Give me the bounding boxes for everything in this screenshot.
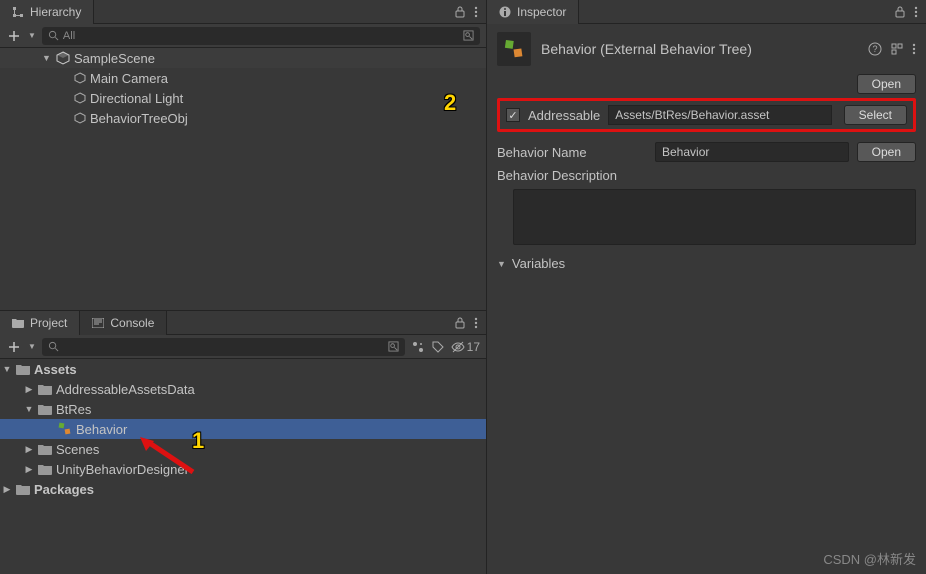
kebab-icon[interactable] (474, 6, 478, 18)
console-tab[interactable]: Console (80, 311, 167, 335)
project-tab[interactable]: Project (0, 311, 80, 335)
filter-icon[interactable] (411, 340, 425, 354)
preset-icon[interactable] (890, 42, 904, 56)
asset-title: Behavior (External Behavior Tree) (541, 41, 858, 57)
assets-folder[interactable]: ▼ Assets (0, 359, 486, 379)
watermark: CSDN @林新发 (823, 549, 916, 568)
hierarchy-icon (12, 6, 24, 18)
hierarchy-tab[interactable]: Hierarchy (0, 0, 94, 24)
dropdown-icon[interactable]: ▼ (28, 342, 36, 351)
scene-row[interactable]: ▼ SampleScene (0, 48, 486, 68)
folder-row[interactable]: ▶ Scenes (0, 439, 486, 459)
gameobject-icon (74, 112, 86, 124)
gameobject-row[interactable]: BehaviorTreeObj (0, 108, 486, 128)
project-search[interactable] (42, 338, 405, 356)
info-icon (499, 6, 511, 18)
lock-icon[interactable] (894, 6, 906, 18)
foldout-icon[interactable]: ▼ (2, 364, 12, 374)
console-tab-label: Console (110, 316, 154, 330)
gameobject-label: Directional Light (90, 91, 183, 106)
behavior-asset[interactable]: Behavior (0, 419, 486, 439)
inspector-tab[interactable]: Inspector (487, 0, 579, 24)
open-button[interactable]: Open (857, 74, 916, 94)
behavior-name-input[interactable] (655, 142, 849, 162)
gameobject-label: Main Camera (90, 71, 168, 86)
asset-thumbnail (497, 32, 531, 66)
help-icon[interactable]: ? (868, 42, 882, 56)
gameobject-icon (74, 72, 86, 84)
folder-row[interactable]: ▶ UnityBehaviorDesigner (0, 459, 486, 479)
behavior-asset-icon (58, 422, 72, 436)
folder-icon (12, 318, 24, 328)
foldout-icon[interactable]: ▶ (2, 484, 12, 495)
behavior-desc-label: Behavior Description (497, 168, 647, 183)
select-button[interactable]: Select (844, 105, 907, 125)
folder-icon (38, 464, 52, 475)
lock-icon[interactable] (454, 317, 466, 329)
foldout-icon[interactable]: ▶ (24, 464, 34, 475)
foldout-icon[interactable]: ▼ (42, 53, 52, 63)
kebab-icon[interactable] (914, 6, 918, 18)
folder-icon (16, 364, 30, 375)
folder-icon (16, 484, 30, 495)
behavior-desc-input[interactable] (513, 189, 916, 245)
foldout-icon[interactable]: ▼ (497, 259, 506, 269)
foldout-icon[interactable]: ▶ (24, 444, 34, 455)
project-tab-label: Project (30, 316, 67, 330)
add-button[interactable] (6, 28, 22, 44)
gameobject-row[interactable]: Directional Light (0, 88, 486, 108)
svg-text:?: ? (872, 44, 877, 54)
hierarchy-search[interactable] (42, 27, 480, 45)
open-button-2[interactable]: Open (857, 142, 916, 162)
callout-2: 2 (444, 90, 456, 116)
search-icon (48, 30, 59, 41)
search-type-icon[interactable] (388, 341, 399, 352)
project-search-input[interactable] (63, 341, 384, 353)
folder-row[interactable]: ▶ AddressableAssetsData (0, 379, 486, 399)
addressable-section: ✓ Addressable Assets/BtRes/Behavior.asse… (497, 98, 916, 132)
inspector-tab-label: Inspector (517, 5, 566, 19)
gameobject-row[interactable]: Main Camera (0, 68, 486, 88)
tag-icon[interactable] (431, 340, 445, 354)
search-icon (48, 341, 59, 352)
folder-icon (38, 404, 52, 415)
kebab-icon[interactable] (474, 317, 478, 329)
btres-folder[interactable]: ▼ BtRes (0, 399, 486, 419)
addressable-label: Addressable (528, 108, 600, 123)
addressable-path[interactable]: Assets/BtRes/Behavior.asset (608, 105, 831, 125)
foldout-icon[interactable]: ▼ (24, 404, 34, 414)
folder-icon (38, 444, 52, 455)
search-type-icon[interactable] (463, 30, 474, 41)
scene-name: SampleScene (74, 51, 155, 66)
packages-folder[interactable]: ▶ Packages (0, 479, 486, 499)
folder-icon (38, 384, 52, 395)
lock-icon[interactable] (454, 6, 466, 18)
hierarchy-search-input[interactable] (63, 30, 459, 42)
hierarchy-tab-label: Hierarchy (30, 5, 81, 19)
hidden-count[interactable]: 17 (451, 340, 480, 354)
unity-scene-icon (56, 51, 70, 65)
foldout-icon[interactable]: ▶ (24, 384, 34, 395)
variables-section[interactable]: ▼ Variables (497, 256, 916, 271)
gameobject-label: BehaviorTreeObj (90, 111, 188, 126)
kebab-icon[interactable] (912, 43, 916, 55)
addressable-checkbox[interactable]: ✓ (506, 108, 520, 122)
dropdown-icon[interactable]: ▼ (28, 31, 36, 40)
console-icon (92, 318, 104, 328)
add-button[interactable] (6, 339, 22, 355)
variables-label: Variables (512, 256, 565, 271)
behavior-name-label: Behavior Name (497, 145, 647, 160)
callout-1: 1 (192, 428, 204, 454)
gameobject-icon (74, 92, 86, 104)
